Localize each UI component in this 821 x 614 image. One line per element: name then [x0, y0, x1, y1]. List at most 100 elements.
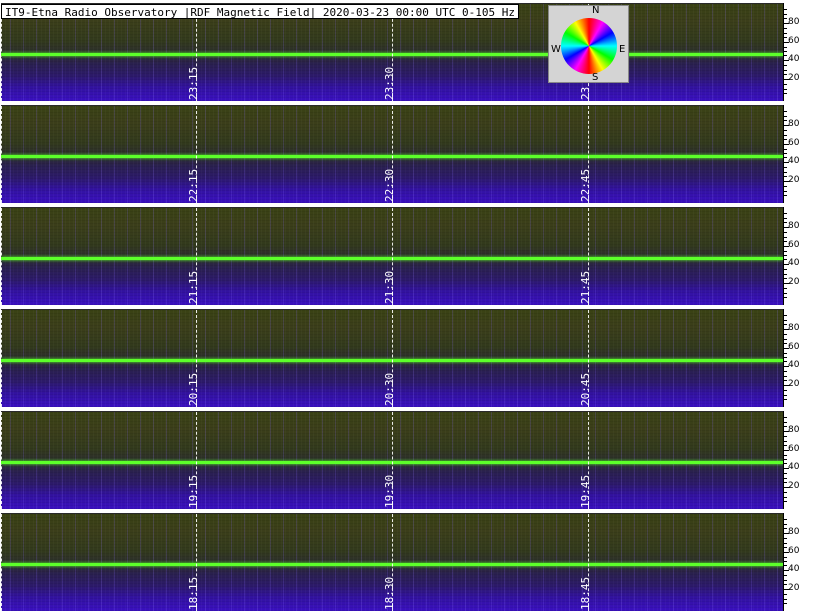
axis-minor-tick [784, 422, 787, 423]
frequency-axis: 80 60 40 20 [783, 207, 821, 305]
compass-south-label: S [592, 72, 599, 83]
axis-minor-tick [784, 293, 787, 294]
axis-minor-tick [784, 459, 787, 460]
spectrogram-page: 23:15 23:30 23 80 60 40 20 22:15 22:30 22:45 80 60 4… [0, 0, 821, 614]
axis-minor-tick [784, 18, 787, 19]
axis-minor-tick [784, 55, 787, 56]
axis-minor-tick [784, 130, 787, 131]
axis-minor-tick [784, 463, 787, 464]
axis-tick-label: 20 [788, 277, 800, 287]
axis-minor-tick [784, 116, 787, 117]
axis-minor-tick [784, 399, 787, 400]
axis-minor-tick [784, 339, 787, 340]
axis-tick-label: 80 [788, 221, 800, 231]
axis-tick-label: 60 [788, 444, 800, 454]
axis-minor-tick [784, 528, 787, 529]
axis-minor-tick [784, 153, 787, 154]
axis-minor-tick [784, 135, 787, 136]
time-label: 23:30 [383, 66, 396, 100]
axis-minor-tick [784, 186, 787, 187]
time-label: 19:45 [579, 474, 592, 508]
axis-minor-tick [784, 455, 787, 456]
axis-minor-tick [784, 478, 787, 479]
time-label: 19:15 [187, 474, 200, 508]
axis-minor-tick [784, 191, 787, 192]
spectrogram-strip: 20:15 20:30 20:45 [1, 309, 783, 407]
axis-minor-tick [784, 395, 787, 396]
axis-minor-tick [784, 441, 787, 442]
axis-minor-tick [784, 524, 787, 525]
axis-minor-tick [784, 237, 787, 238]
axis-minor-tick [784, 176, 787, 177]
axis-tick-label: 40 [788, 462, 800, 472]
axis-tick-label: 40 [788, 156, 800, 166]
axis-minor-tick [784, 353, 787, 354]
direction-color-wheel-icon [561, 18, 617, 74]
frequency-axis: 80 60 40 20 [783, 105, 821, 203]
time-label: 22:15 [187, 168, 200, 202]
axis-minor-tick [784, 70, 787, 71]
axis-minor-tick [784, 584, 787, 585]
axis-tick-label: 80 [788, 425, 800, 435]
axis-minor-tick [784, 376, 787, 377]
axis-tick-label: 40 [788, 258, 800, 268]
axis-minor-tick [784, 501, 787, 502]
axis-minor-tick [784, 445, 787, 446]
axis-minor-tick [784, 213, 787, 214]
axis-minor-tick [784, 482, 787, 483]
frequency-axis: 80 60 40 20 [783, 411, 821, 509]
compass-east-label: E [619, 44, 626, 55]
axis-tick-label: 60 [788, 36, 800, 46]
time-label: 23:15 [187, 66, 200, 100]
axis-minor-tick [784, 259, 787, 260]
axis-tick-label: 20 [788, 379, 800, 389]
axis-minor-tick [784, 157, 787, 158]
compass-rose: N S E W [548, 5, 629, 83]
axis-minor-tick [784, 241, 787, 242]
axis-tick-label: 20 [788, 175, 800, 185]
axis-minor-tick [784, 543, 787, 544]
axis-minor-tick [784, 120, 787, 121]
axis-minor-tick [784, 218, 787, 219]
spectrogram-strip: 22:15 22:30 22:45 [1, 105, 783, 203]
frequency-axis: 80 60 40 20 [783, 309, 821, 407]
axis-tick-label: 60 [788, 240, 800, 250]
axis-minor-tick [784, 380, 787, 381]
time-label: 20:15 [187, 372, 200, 406]
axis-minor-tick [784, 320, 787, 321]
spectrogram-strip: 19:15 19:30 19:45 [1, 411, 783, 509]
axis-minor-tick [784, 436, 787, 437]
axis-minor-tick [784, 594, 787, 595]
axis-minor-tick [784, 251, 787, 252]
axis-tick-label: 60 [788, 342, 800, 352]
frequency-axis: 80 60 40 20 [783, 513, 821, 611]
axis-minor-tick [784, 315, 787, 316]
frequency-axis: 80 60 40 20 [783, 3, 821, 101]
time-label: 18:15 [187, 576, 200, 610]
time-label: 18:30 [383, 576, 396, 610]
axis-minor-tick [784, 575, 787, 576]
axis-minor-tick [784, 599, 787, 600]
time-label: 20:30 [383, 372, 396, 406]
time-label: 21:30 [383, 270, 396, 304]
axis-minor-tick [784, 371, 787, 372]
spectrogram-strip: 21:15 21:30 21:45 [1, 207, 783, 305]
axis-minor-tick [784, 139, 787, 140]
axis-tick-label: 80 [788, 17, 800, 27]
axis-minor-tick [784, 111, 787, 112]
axis-minor-tick [784, 9, 787, 10]
axis-minor-tick [784, 33, 787, 34]
compass-west-label: W [551, 44, 561, 55]
axis-minor-tick [784, 172, 787, 173]
axis-minor-tick [784, 269, 787, 270]
axis-minor-tick [784, 222, 787, 223]
axis-tick-label: 60 [788, 546, 800, 556]
axis-minor-tick [784, 557, 787, 558]
axis-minor-tick [784, 297, 787, 298]
axis-minor-tick [784, 519, 787, 520]
axis-tick-label: 80 [788, 527, 800, 537]
time-label: 21:45 [579, 270, 592, 304]
axis-minor-tick [784, 47, 787, 48]
axis-minor-tick [784, 149, 787, 150]
axis-tick-label: 80 [788, 119, 800, 129]
